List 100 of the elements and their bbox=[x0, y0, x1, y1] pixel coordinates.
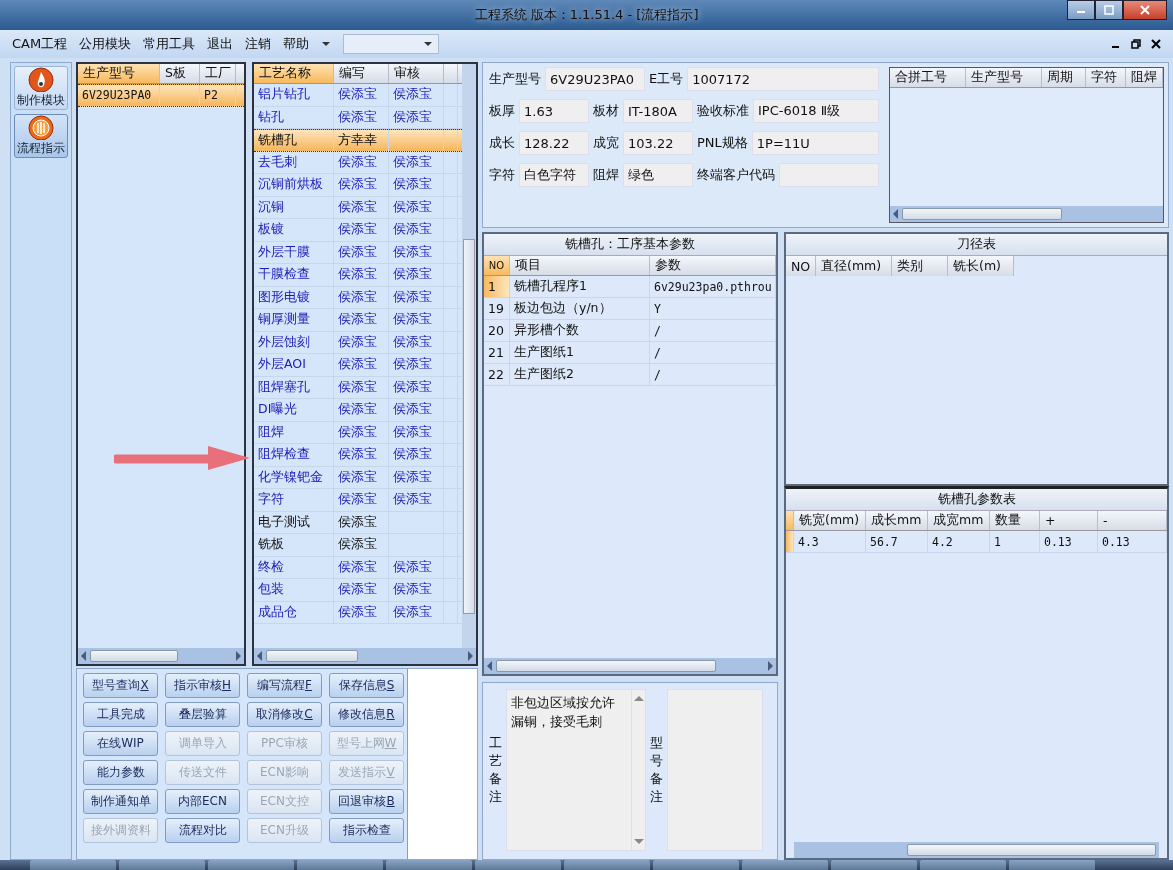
module-button[interactable]: 流程指示 bbox=[14, 114, 68, 158]
menu-item[interactable]: 公用模块 bbox=[79, 35, 132, 53]
table-row[interactable]: 图形电镀 侯添宝 侯添宝 bbox=[254, 286, 462, 309]
taskbar-button[interactable] bbox=[386, 860, 472, 870]
text-field[interactable]: 103.22 bbox=[623, 131, 693, 155]
text-field[interactable]: 1.63 bbox=[519, 99, 589, 123]
text-field[interactable]: 1P=11U bbox=[751, 131, 879, 155]
text-field[interactable]: 6V29U23PA0 bbox=[545, 67, 645, 91]
notes-field[interactable]: 非包边区域按允许漏铜，接受毛刺 bbox=[506, 689, 646, 851]
table-row[interactable]: 阻焊塞孔 侯添宝 侯添宝 bbox=[254, 376, 462, 399]
table-row[interactable]: 成品仓 侯添宝 侯添宝 bbox=[254, 601, 462, 624]
taskbar-button[interactable] bbox=[564, 860, 650, 870]
column-header[interactable]: NO bbox=[786, 256, 816, 276]
column-header[interactable]: 参数 bbox=[650, 256, 776, 275]
taskbar-button[interactable] bbox=[1009, 860, 1095, 870]
restore-icon[interactable] bbox=[1131, 39, 1141, 49]
table-row[interactable]: 终检 侯添宝 侯添宝 bbox=[254, 556, 462, 579]
taskbar-button[interactable] bbox=[119, 860, 205, 870]
taskbar-button[interactable] bbox=[742, 860, 828, 870]
horizontal-scrollbar[interactable] bbox=[794, 842, 1159, 858]
minimize-button[interactable] bbox=[1067, 0, 1095, 20]
taskbar-button[interactable] bbox=[920, 860, 1006, 870]
action-button[interactable]: 能力参数 bbox=[83, 760, 158, 785]
taskbar-button[interactable] bbox=[297, 860, 383, 870]
action-button[interactable]: 编写流程F bbox=[247, 673, 322, 698]
action-button[interactable]: 制作通知单 bbox=[83, 789, 158, 814]
table-row[interactable]: 6V29U23PA0 P2 bbox=[78, 84, 244, 107]
text-field[interactable]: 1007172 bbox=[687, 67, 879, 91]
taskbar-button[interactable] bbox=[475, 860, 561, 870]
column-header[interactable]: 周期 bbox=[1042, 68, 1086, 87]
taskbar-button[interactable] bbox=[208, 860, 294, 870]
horizontal-scrollbar[interactable] bbox=[484, 658, 776, 674]
column-header[interactable]: 成长mm bbox=[866, 511, 928, 530]
horizontal-scrollbar[interactable] bbox=[254, 648, 476, 664]
column-header[interactable]: 工厂 bbox=[200, 64, 236, 83]
column-header[interactable]: 工艺名称 bbox=[254, 64, 334, 83]
action-button[interactable]: 在线WIP bbox=[83, 731, 158, 756]
table-row[interactable]: 沉铜 侯添宝 侯添宝 bbox=[254, 196, 462, 219]
table-row[interactable]: DI曝光 侯添宝 侯添宝 bbox=[254, 399, 462, 422]
column-header[interactable]: 数量 bbox=[990, 511, 1040, 530]
text-field[interactable]: IPC-6018 Ⅱ级 bbox=[753, 99, 879, 123]
action-button[interactable]: 叠层验算 bbox=[165, 702, 240, 727]
column-header[interactable]: - bbox=[1098, 511, 1167, 530]
column-header[interactable]: + bbox=[1040, 511, 1098, 530]
table-row[interactable]: 包装 侯添宝 侯添宝 bbox=[254, 579, 462, 602]
menu-item[interactable]: 注销 bbox=[245, 35, 272, 53]
column-header[interactable]: 编写 bbox=[334, 64, 389, 83]
text-field[interactable]: IT-180A bbox=[623, 99, 693, 123]
column-header[interactable]: NO bbox=[484, 256, 510, 275]
column-header[interactable]: 铣宽(mm) bbox=[794, 511, 866, 530]
close-icon[interactable] bbox=[1151, 39, 1161, 49]
table-row[interactable]: 阻焊 侯添宝 侯添宝 bbox=[254, 421, 462, 444]
column-header[interactable]: 生产型号 bbox=[78, 64, 160, 83]
column-header[interactable]: 阻焊 bbox=[1126, 68, 1163, 87]
taskbar-button[interactable] bbox=[831, 860, 917, 870]
action-button[interactable]: 回退审核B bbox=[329, 789, 404, 814]
action-button[interactable]: 取消修改C bbox=[247, 702, 322, 727]
horizontal-scrollbar[interactable] bbox=[890, 206, 1163, 222]
column-header[interactable]: 铣长(m) bbox=[948, 256, 1014, 276]
column-header[interactable]: 审核 bbox=[389, 64, 444, 83]
module-button[interactable]: 制作模块 bbox=[14, 66, 68, 110]
action-button[interactable]: 保存信息S bbox=[329, 673, 404, 698]
table-row[interactable]: 字符 侯添宝 侯添宝 bbox=[254, 489, 462, 512]
column-header[interactable]: S板 bbox=[160, 64, 200, 83]
table-row[interactable]: 铣板 侯添宝 bbox=[254, 534, 462, 557]
taskbar-button[interactable] bbox=[30, 860, 116, 870]
column-header[interactable]: 字符 bbox=[1086, 68, 1126, 87]
dropdown-arrow-icon[interactable] bbox=[321, 40, 332, 48]
table-row[interactable]: 电子测试 侯添宝 bbox=[254, 511, 462, 534]
table-row[interactable]: 去毛刺 侯添宝 侯添宝 bbox=[254, 151, 462, 174]
menu-item[interactable]: 帮助 bbox=[283, 35, 310, 53]
table-row[interactable]: 铜厚测量 侯添宝 侯添宝 bbox=[254, 309, 462, 332]
column-header[interactable]: 类别 bbox=[892, 256, 948, 276]
table-row[interactable]: 干膜检查 侯添宝 侯添宝 bbox=[254, 264, 462, 287]
action-button[interactable]: 型号查询X bbox=[83, 673, 158, 698]
close-button[interactable] bbox=[1123, 0, 1167, 20]
menu-item[interactable]: 退出 bbox=[207, 35, 234, 53]
text-field[interactable]: 绿色 bbox=[623, 163, 693, 187]
table-row[interactable]: 外层AOI 侯添宝 侯添宝 bbox=[254, 354, 462, 377]
column-header[interactable]: 合拼工号 bbox=[890, 68, 966, 87]
text-field[interactable]: 白色字符 bbox=[519, 163, 589, 187]
table-row[interactable]: 板镀 侯添宝 侯添宝 bbox=[254, 219, 462, 242]
action-button[interactable]: 内部ECN bbox=[165, 789, 240, 814]
table-row[interactable]: 外层蚀刻 侯添宝 侯添宝 bbox=[254, 331, 462, 354]
table-row[interactable]: 铝片钻孔 侯添宝 侯添宝 bbox=[254, 84, 462, 107]
table-row[interactable]: 化学镍钯金 侯添宝 侯添宝 bbox=[254, 466, 462, 489]
menu-item[interactable]: 常用工具 bbox=[143, 35, 196, 53]
vertical-scrollbar[interactable] bbox=[631, 690, 645, 850]
column-header[interactable]: 生产型号 bbox=[966, 68, 1042, 87]
text-field[interactable]: 128.22 bbox=[519, 131, 589, 155]
action-button[interactable]: 流程对比 bbox=[165, 818, 240, 843]
column-header[interactable]: 成宽mm bbox=[928, 511, 990, 530]
action-button[interactable]: 工具完成 bbox=[83, 702, 158, 727]
action-button[interactable]: 指示审核H bbox=[165, 673, 240, 698]
menu-item[interactable]: CAM工程 bbox=[12, 35, 68, 53]
vertical-scrollbar[interactable] bbox=[462, 64, 476, 648]
maximize-button[interactable] bbox=[1095, 0, 1123, 20]
column-header[interactable]: 直径(mm) bbox=[816, 256, 892, 276]
table-row[interactable]: 沉铜前烘板 侯添宝 侯添宝 bbox=[254, 174, 462, 197]
dropdown-field[interactable] bbox=[343, 34, 440, 54]
